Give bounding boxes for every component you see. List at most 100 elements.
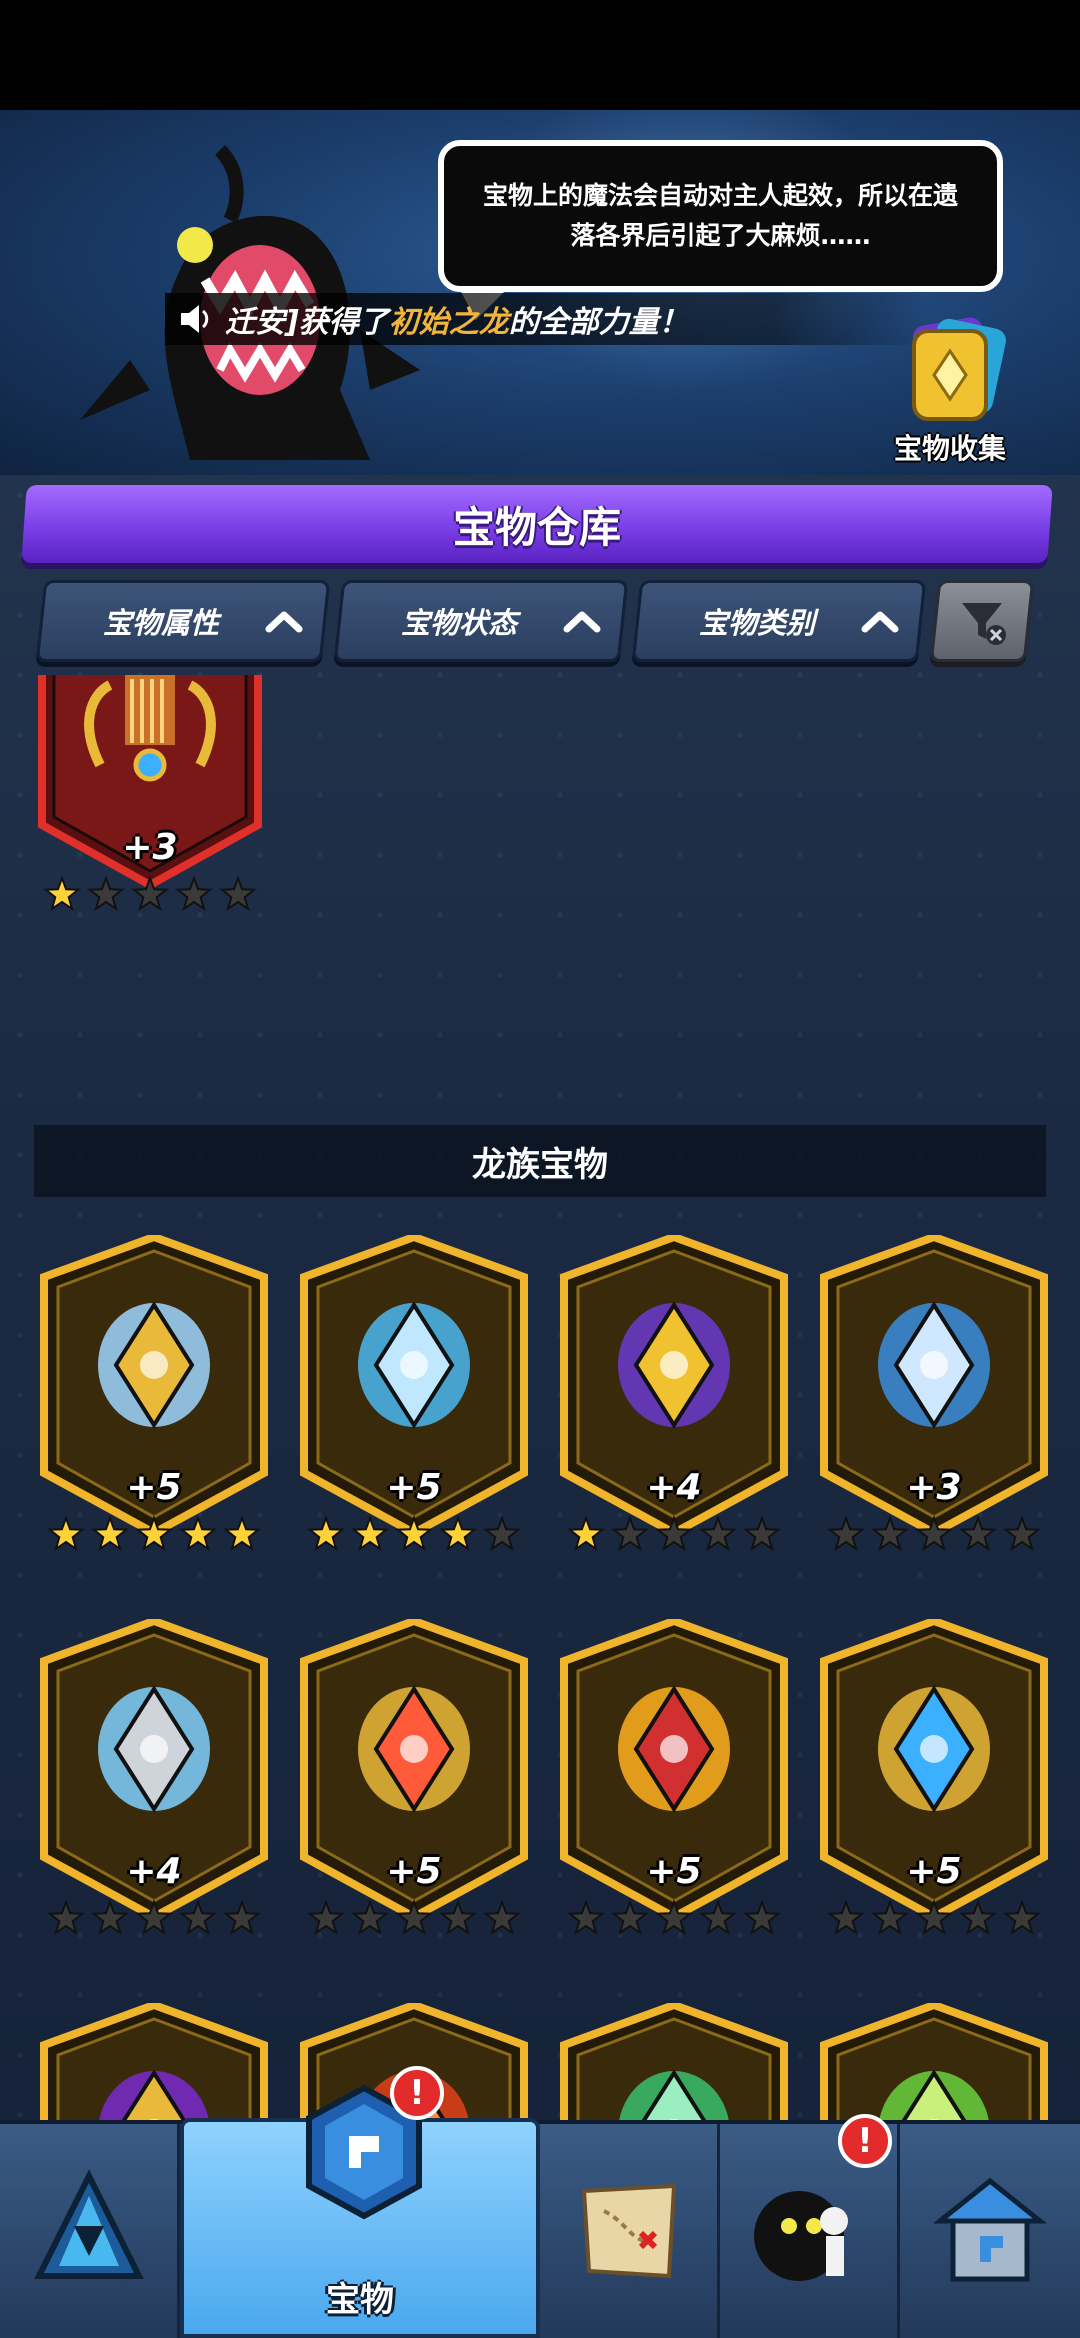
- star-empty-icon: [743, 1899, 781, 1936]
- treasure-tab[interactable]: ! 宝物: [180, 2066, 540, 2338]
- treasure-level: +5: [906, 1851, 962, 1892]
- treasure-level: +3: [122, 827, 178, 868]
- golden-lyre-wreath-icon: [84, 675, 216, 782]
- treasure-card[interactable]: +3: [34, 675, 266, 925]
- ticker-suffix: 的全部力量！: [508, 305, 689, 340]
- character-tab[interactable]: !: [720, 2114, 900, 2338]
- star-empty-icon: [567, 1899, 605, 1936]
- treasure-card[interactable]: +3: [558, 2003, 790, 2120]
- star-empty-icon: [827, 1515, 865, 1552]
- star-empty-icon: [179, 1899, 217, 1936]
- treasure-card[interactable]: +5: [38, 1235, 270, 1565]
- treasure-card[interactable]: +0: [818, 2003, 1050, 2120]
- section-header: 龙族宝物: [34, 1125, 1046, 1197]
- treasure-card[interactable]: +5: [298, 1235, 530, 1565]
- notification-badge: !: [390, 2066, 444, 2120]
- star-empty-icon: [827, 1899, 865, 1936]
- treasure-card[interactable]: +4: [38, 2003, 270, 2120]
- star-empty-icon: [611, 1899, 649, 1936]
- treasure-list[interactable]: +3 龙族宝物 +5+5+4+3+4+5+5+5+4+0+3+0: [0, 675, 1080, 2120]
- page-title: 宝物仓库: [452, 502, 621, 552]
- star-empty-icon: [47, 1899, 85, 1936]
- filter-category-label: 宝物类别: [699, 606, 816, 640]
- ticker-highlight: 初始之龙: [388, 305, 509, 340]
- star-empty-icon: [483, 1515, 521, 1552]
- treasure-card[interactable]: +4: [558, 1235, 790, 1565]
- star-filled-icon: [307, 1515, 345, 1552]
- leaf-crown-icon: [879, 2069, 989, 2120]
- star-filled-icon: [91, 1515, 129, 1552]
- star-rating: [307, 1515, 521, 1552]
- star-empty-icon: [1003, 1899, 1041, 1936]
- treasure-level: +5: [126, 1467, 182, 1508]
- star-empty-icon: [1003, 1515, 1041, 1552]
- ticker-prefix: 迁安]获得了: [225, 305, 389, 340]
- star-empty-icon: [91, 1899, 129, 1936]
- shadow-tome-icon: [618, 1301, 730, 1429]
- ice-shield-icon: [878, 1301, 990, 1429]
- speech-bubble: 宝物上的魔法会自动对主人起效，所以在遗落各界后引起了大麻烦……: [438, 140, 1003, 320]
- announcement-ticker: 迁安]获得了 初始之龙 的全部力量！: [165, 293, 925, 345]
- collection-icon: [912, 317, 1006, 421]
- treasure-map-icon: [581, 2183, 676, 2279]
- star-rating: [827, 1899, 1041, 1936]
- filter-category[interactable]: 宝物类别: [631, 580, 927, 662]
- star-filled-icon: [135, 1515, 173, 1552]
- bottom-nav: ! 宝物 !: [0, 2066, 1080, 2338]
- speech-text: 宝物上的魔法会自动对主人起效，所以在遗落各界后引起了大麻烦……: [482, 181, 958, 250]
- treasure-card[interactable]: +5: [818, 1619, 1050, 1949]
- treasure-level: +5: [386, 1851, 442, 1892]
- filter-clear-icon: [962, 603, 1006, 645]
- star-filled-icon: [179, 1515, 217, 1552]
- star-empty-icon: [219, 875, 257, 912]
- treasure-level: +4: [646, 1467, 702, 1508]
- clear-filter-button[interactable]: [929, 580, 1035, 662]
- star-empty-icon: [223, 1899, 261, 1936]
- star-rating: [307, 1899, 521, 1936]
- star-rating: [827, 1515, 1041, 1552]
- speaker-icon: [181, 305, 209, 333]
- hero-tab[interactable]: [0, 2124, 180, 2338]
- golden-wreath-icon: [878, 1685, 990, 1813]
- star-empty-icon: [131, 875, 169, 912]
- star-filled-icon: [439, 1515, 477, 1552]
- star-empty-icon: [135, 1899, 173, 1936]
- star-empty-icon: [655, 1515, 693, 1552]
- filter-status[interactable]: 宝物状态: [333, 580, 629, 662]
- treasure-warehouse: 宝物仓库 宝物属性 宝物状态 宝物类别 +3 龙族宝物 +5 +5 +4 +3 …: [0, 475, 1080, 2120]
- ice-dragon-statue-icon: [358, 1301, 470, 1429]
- star-empty-icon: [871, 1515, 909, 1552]
- treasure-level: +4: [126, 1851, 182, 1892]
- page-title-bar: 宝物仓库: [21, 485, 1053, 563]
- star-empty-icon: [655, 1899, 693, 1936]
- void-horn-icon: [99, 2069, 209, 2120]
- filter-bar: 宝物属性 宝物状态 宝物类别: [35, 580, 1050, 664]
- star-empty-icon: [351, 1899, 389, 1936]
- treasure-level: +5: [646, 1851, 702, 1892]
- star-filled-icon: [395, 1515, 433, 1552]
- section-title: 龙族宝物: [472, 1144, 608, 1185]
- filter-attribute[interactable]: 宝物属性: [35, 580, 331, 662]
- star-rating: [47, 1899, 261, 1936]
- emerald-vase-icon: [619, 2069, 729, 2120]
- map-tab[interactable]: [540, 2124, 720, 2338]
- treasure-card[interactable]: +4: [38, 1619, 270, 1949]
- star-filled-icon: [47, 1515, 85, 1552]
- treasure-card[interactable]: +3: [818, 1235, 1050, 1565]
- treasure-level: +3: [906, 1467, 962, 1508]
- star-empty-icon: [699, 1899, 737, 1936]
- collection-button[interactable]: 宝物收集: [880, 305, 1020, 475]
- star-rating: [567, 1899, 781, 1936]
- chevron-up-icon: [563, 611, 601, 633]
- house-tab[interactable]: [900, 2124, 1080, 2338]
- treasure-card[interactable]: +5: [558, 1619, 790, 1949]
- star-empty-icon: [87, 875, 125, 912]
- star-empty-icon: [439, 1899, 477, 1936]
- chevron-up-icon: [265, 611, 303, 633]
- treasure-card[interactable]: +5: [298, 1619, 530, 1949]
- star-empty-icon: [743, 1515, 781, 1552]
- star-empty-icon: [915, 1899, 953, 1936]
- filter-attribute-label: 宝物属性: [103, 606, 220, 640]
- star-rating: [43, 875, 257, 912]
- star-rating: [47, 1515, 261, 1552]
